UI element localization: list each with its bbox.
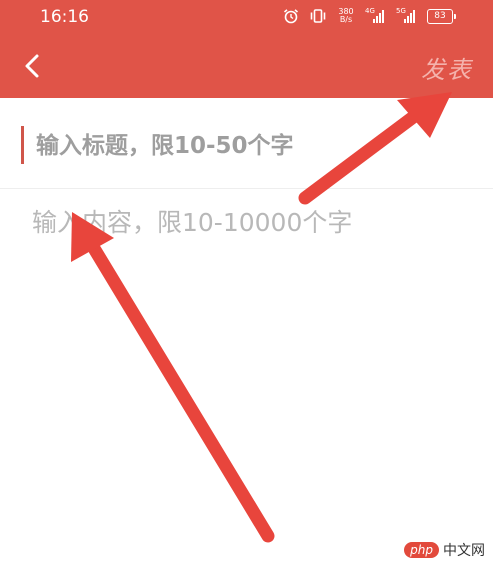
publish-button[interactable]: 发表 <box>421 50 473 85</box>
content-input[interactable] <box>32 203 472 523</box>
title-row <box>0 110 493 189</box>
status-time: 16:16 <box>40 7 89 27</box>
back-button[interactable] <box>20 52 46 80</box>
title-input[interactable] <box>36 128 456 164</box>
chevron-left-icon <box>25 54 39 78</box>
watermark-text: 中文网 <box>443 543 485 559</box>
status-icons: 380 B/s 4G 5G 83 <box>282 6 456 26</box>
text-cursor <box>21 126 24 164</box>
signal-strength-icon: 4G <box>365 7 387 23</box>
watermark: php 中文网 <box>404 540 485 560</box>
signal-strength-icon: 5G <box>396 7 418 23</box>
battery-icon: 83 <box>427 8 456 24</box>
app-header: 16:16 380 B/s 4G 5G 83 发表 <box>0 0 493 98</box>
network-speed: 380 B/s <box>338 7 354 24</box>
vibrate-icon <box>310 9 326 23</box>
alarm-icon <box>283 9 299 24</box>
php-logo: php <box>404 542 439 558</box>
status-bar: 16:16 380 B/s 4G 5G 83 <box>0 0 493 32</box>
